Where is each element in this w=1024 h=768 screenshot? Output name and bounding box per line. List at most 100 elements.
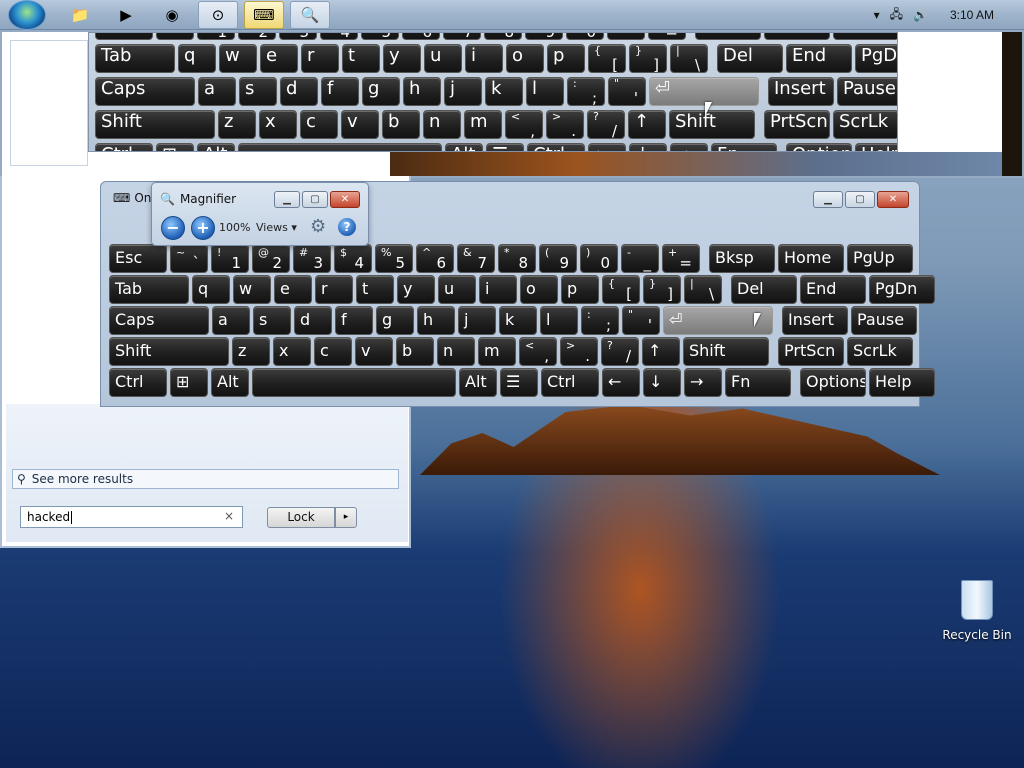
- key-y[interactable]: y: [397, 275, 435, 304]
- key-symbol[interactable]: ↓: [629, 143, 667, 151]
- key-y[interactable]: y: [383, 44, 421, 73]
- key-symbol[interactable]: {[: [602, 275, 640, 304]
- key-tab[interactable]: Tab: [109, 275, 189, 304]
- power-options-arrow-icon[interactable]: ▸: [335, 507, 357, 528]
- key-n[interactable]: n: [437, 337, 475, 366]
- key-symbol[interactable]: <,: [519, 337, 557, 366]
- key-del[interactable]: Del: [717, 44, 783, 73]
- key-e[interactable]: e: [260, 44, 298, 73]
- key-0[interactable]: )0: [566, 33, 604, 40]
- key-8[interactable]: *8: [498, 244, 536, 273]
- key-4[interactable]: $4: [320, 33, 358, 40]
- key-g[interactable]: g: [376, 306, 414, 335]
- chevron-up-icon[interactable]: ▾: [874, 8, 880, 22]
- key-pause[interactable]: Pause: [837, 77, 897, 106]
- key-scrlk[interactable]: ScrLk: [847, 337, 913, 366]
- key-prtscn[interactable]: PrtScn: [778, 337, 844, 366]
- key-bksp[interactable]: Bksp: [709, 244, 775, 273]
- minimize-button[interactable]: ▁: [813, 191, 843, 208]
- key-del[interactable]: Del: [731, 275, 797, 304]
- key-2[interactable]: @2: [238, 33, 276, 40]
- key-5[interactable]: %5: [375, 244, 413, 273]
- key-alt[interactable]: Alt: [211, 368, 249, 397]
- key-symbol[interactable]: | \: [670, 44, 708, 73]
- key-fn[interactable]: Fn: [711, 143, 777, 151]
- key-r[interactable]: r: [301, 44, 339, 73]
- key-b[interactable]: b: [396, 337, 434, 366]
- taskbar-media-player-button[interactable]: ▶: [106, 1, 146, 29]
- key-insert[interactable]: Insert: [782, 306, 848, 335]
- key-pgup[interactable]: PgUp: [847, 244, 913, 273]
- help-icon[interactable]: ?: [338, 218, 356, 236]
- taskbar-magnifier-button[interactable]: 🔍: [290, 1, 330, 29]
- key-shift[interactable]: Shift: [95, 110, 215, 139]
- see-more-results-link[interactable]: ⚲ See more results: [12, 469, 399, 489]
- key-space[interactable]: [238, 143, 442, 151]
- search-input[interactable]: hacked: [20, 506, 243, 528]
- key-pgup[interactable]: PgUp: [833, 33, 897, 40]
- key-7[interactable]: &7: [457, 244, 495, 273]
- key-symbol[interactable]: ☰: [486, 143, 524, 151]
- key-e[interactable]: e: [274, 275, 312, 304]
- key-tab[interactable]: Tab: [95, 44, 175, 73]
- key-options[interactable]: Options: [786, 143, 852, 151]
- key-pause[interactable]: Pause: [851, 306, 917, 335]
- key-ctrl[interactable]: Ctrl: [527, 143, 585, 151]
- key-w[interactable]: w: [219, 44, 257, 73]
- key-f[interactable]: f: [321, 77, 359, 106]
- key-symbol[interactable]: →: [684, 368, 722, 397]
- key-symbol[interactable]: }]: [629, 44, 667, 73]
- key-1[interactable]: !1: [211, 244, 249, 273]
- lock-button[interactable]: Lock: [267, 507, 335, 528]
- clock[interactable]: 3:10 AM: [950, 8, 994, 22]
- key-prtscn[interactable]: PrtScn: [764, 110, 830, 139]
- key-symbol[interactable]: ~`: [170, 244, 208, 273]
- key-home[interactable]: Home: [778, 244, 844, 273]
- key-symbol[interactable]: +=: [662, 244, 700, 273]
- key-7[interactable]: &7: [443, 33, 481, 40]
- key-a[interactable]: a: [212, 306, 250, 335]
- key-symbol[interactable]: :;: [581, 306, 619, 335]
- key-g[interactable]: g: [362, 77, 400, 106]
- key-scrlk[interactable]: ScrLk: [833, 110, 897, 139]
- key-space[interactable]: [252, 368, 456, 397]
- key-shift[interactable]: Shift: [683, 337, 769, 366]
- key-v[interactable]: v: [355, 337, 393, 366]
- key-a[interactable]: a: [198, 77, 236, 106]
- key-4[interactable]: $4: [334, 244, 372, 273]
- key-5[interactable]: %5: [361, 33, 399, 40]
- key-symbol[interactable]: | \: [684, 275, 722, 304]
- key-help[interactable]: Help: [855, 143, 897, 151]
- key-options[interactable]: Options: [800, 368, 866, 397]
- key-symbol[interactable]: +=: [648, 33, 686, 40]
- key-symbol[interactable]: >.: [560, 337, 598, 366]
- key-symbol[interactable]: ↑: [642, 337, 680, 366]
- key-s[interactable]: s: [253, 306, 291, 335]
- key-p[interactable]: p: [547, 44, 585, 73]
- key-symbol[interactable]: {[: [588, 44, 626, 73]
- key-d[interactable]: d: [294, 306, 332, 335]
- key-ctrl[interactable]: Ctrl: [109, 368, 167, 397]
- key-t[interactable]: t: [356, 275, 394, 304]
- key-symbol[interactable]: ⊞: [156, 143, 194, 151]
- key-alt[interactable]: Alt: [197, 143, 235, 151]
- key-z[interactable]: z: [232, 337, 270, 366]
- key-end[interactable]: End: [800, 275, 866, 304]
- key-6[interactable]: ^6: [416, 244, 454, 273]
- key-f[interactable]: f: [335, 306, 373, 335]
- key-o[interactable]: o: [506, 44, 544, 73]
- taskbar-chrome-button[interactable]: ◉: [152, 1, 192, 29]
- key-symbol[interactable]: ←: [602, 368, 640, 397]
- key-symbol[interactable]: ~`: [156, 33, 194, 40]
- key-symbol[interactable]: ? /: [587, 110, 625, 139]
- key-l[interactable]: l: [540, 306, 578, 335]
- key-insert[interactable]: Insert: [768, 77, 834, 106]
- key-shift[interactable]: Shift: [109, 337, 229, 366]
- key-v[interactable]: v: [341, 110, 379, 139]
- key-alt[interactable]: Alt: [445, 143, 483, 151]
- key-3[interactable]: #3: [279, 33, 317, 40]
- key-k[interactable]: k: [485, 77, 523, 106]
- key-x[interactable]: x: [259, 110, 297, 139]
- zoom-out-button[interactable]: −: [161, 216, 185, 240]
- taskbar-explorer-button[interactable]: 📁: [60, 1, 100, 29]
